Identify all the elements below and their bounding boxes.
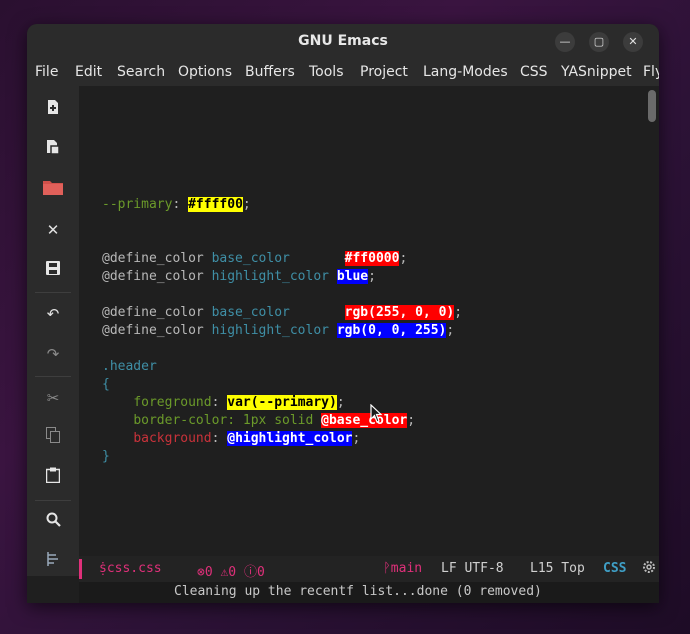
gear-icon[interactable] [641,559,657,579]
color-swatch: rgb(255, 0, 0) [344,305,455,320]
redo-icon[interactable]: ↷ [41,342,65,366]
paste-icon[interactable] [41,466,65,490]
menu-buffers[interactable]: Buffers [245,64,295,80]
color-swatch: blue [336,269,369,284]
preferences-icon[interactable] [41,550,65,574]
git-branch[interactable]: ᚹmain [383,561,422,576]
emacs-window: GNU Emacs — ▢ ✕ File Edit Search Options… [27,24,659,603]
menu-yasnippet[interactable]: YASnippet [561,64,632,80]
menu-project[interactable]: Project [360,64,408,80]
code-line: background: @highlight_color; [133,431,361,446]
new-file-icon[interactable] [41,98,65,122]
major-mode[interactable]: CSS [603,561,626,576]
menu-lang-modes[interactable]: Lang-Modes [423,64,508,80]
menu-options[interactable]: Options [178,64,232,80]
menu-search[interactable]: Search [117,64,165,80]
code-line: .header [102,359,157,374]
color-swatch: #ffff00 [188,197,243,212]
code-line: { [102,377,110,392]
code-line: border-color: 1px solid @base_color; [133,413,416,428]
cut-icon[interactable]: ✂ [41,386,65,410]
undo-icon[interactable]: ↶ [41,302,65,326]
menu-file[interactable]: File [35,64,58,80]
menu-flycheck[interactable]: Fly [643,64,659,80]
echo-message: Cleaning up the recentf list...done (0 r… [174,584,542,599]
open-file-icon[interactable] [41,138,65,162]
code-line: } [102,449,110,464]
cursor-position: L15 Top [530,561,585,576]
title-bar[interactable]: GNU Emacs — ▢ ✕ [27,24,659,60]
code-line: foreground: var(--primary); [133,395,345,410]
color-swatch: var(--primary) [227,395,337,410]
diagnostics-counter[interactable]: ⊗0 ⚠0 ⓘ0 [197,561,265,580]
editor-area[interactable]: --primary: #ffff00; @define_color base_c… [79,86,659,556]
menu-edit[interactable]: Edit [75,64,102,80]
copy-icon[interactable] [41,426,65,450]
tool-bar: ✕ ↶ ↷ ✂ [27,86,79,576]
code-line: @define_color highlight_color blue; [102,269,376,284]
color-swatch: #ff0000 [344,251,400,266]
open-directory-icon[interactable] [41,178,65,202]
code-line: @define_color highlight_color rgb(0, 0, … [102,323,455,338]
code-line: @define_color base_color #ff0000; [102,251,408,266]
menu-bar: File Edit Search Options Buffers Tools P… [27,60,659,86]
mouse-pointer-icon [370,404,383,423]
mode-line: ṩcss.css ⊗0 ⚠0 ⓘ0 ᚹmain LF UTF-8 L15 Top… [79,556,659,582]
search-icon[interactable] [41,510,65,534]
save-icon[interactable] [41,258,65,282]
menu-css[interactable]: CSS [520,64,548,80]
code-line: --primary: #ffff00; [102,197,251,212]
encoding-indicator[interactable]: LF UTF-8 [441,561,504,576]
scrollbar-thumb[interactable] [648,90,656,122]
code-line: @define_color base_color rgb(255, 0, 0); [102,305,463,320]
close-button[interactable]: ✕ [623,32,643,52]
buffer-name[interactable]: ṩcss.css [99,561,162,576]
color-swatch: rgb(0, 0, 255) [336,323,447,338]
echo-area: Cleaning up the recentf list...done (0 r… [79,582,659,603]
menu-tools[interactable]: Tools [309,64,344,80]
close-buffer-icon[interactable]: ✕ [41,218,65,242]
color-swatch: @highlight_color [227,431,353,446]
mode-line-indicator [79,559,82,579]
minimize-button[interactable]: — [555,32,575,52]
color-swatch: @base_color [321,413,408,428]
maximize-button[interactable]: ▢ [589,32,609,52]
